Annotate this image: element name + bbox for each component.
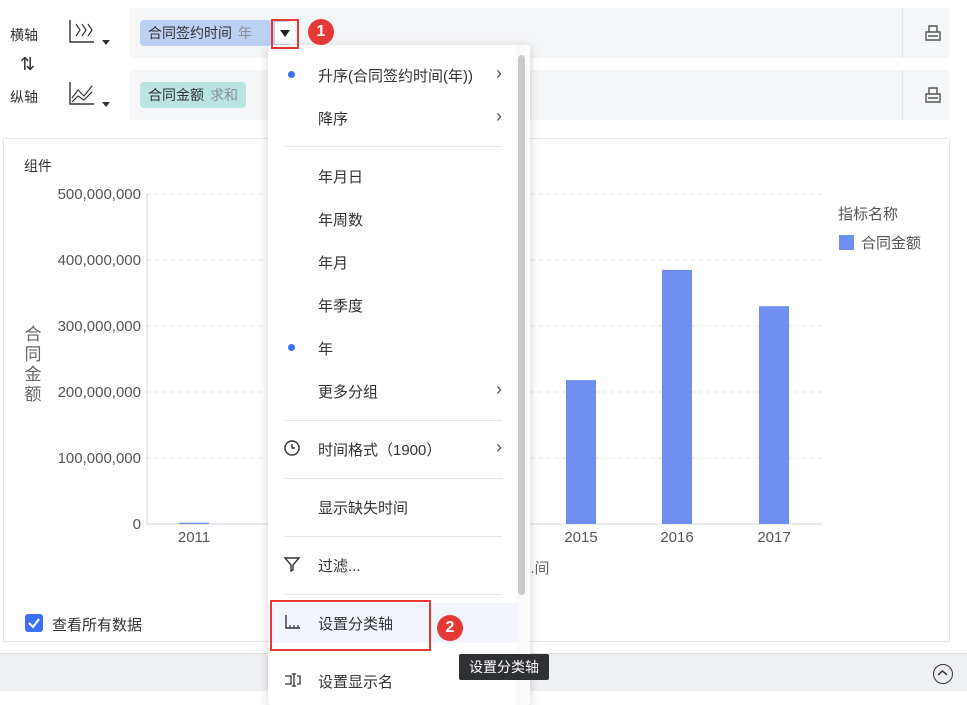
x-tick-label: 2016	[660, 529, 693, 546]
menu-item-label: 过滤...	[318, 558, 361, 575]
menu-item-ymd[interactable]: 年月日	[268, 156, 518, 196]
step-badge-2: 2	[437, 615, 463, 641]
dropdown-highlight-box	[271, 19, 299, 49]
y-tick-label: 400,000,000	[58, 252, 141, 269]
chevron-right-icon: ›	[496, 63, 502, 83]
show-all-data-label: 查看所有数据	[52, 617, 143, 634]
menu-item-label: 年月日	[318, 169, 364, 186]
x-tick-label: 2015	[564, 529, 597, 546]
bar	[179, 522, 209, 524]
menu-item-label: 年月	[318, 255, 349, 272]
menu-item-label: 显示缺失时间	[318, 500, 409, 517]
menu-scrollbar-thumb[interactable]	[518, 55, 525, 595]
y-axis-title-char: 金	[25, 365, 42, 384]
menu-item-year-month[interactable]: 年月	[268, 242, 518, 282]
chevron-up-icon	[937, 669, 948, 676]
y-axis-title-char: 同	[25, 345, 42, 364]
menu-item-ascending[interactable]: 升序(合同签约时间(年)) ›	[268, 55, 518, 95]
check-icon	[28, 618, 40, 629]
tooltip: 设置分类轴	[459, 654, 549, 680]
y-axis-title-char: 额	[25, 385, 42, 404]
menu-item-descending[interactable]: 降序 ›	[268, 98, 518, 138]
menu-divider	[284, 594, 502, 595]
menu-item-filter[interactable]: 过滤...	[268, 545, 518, 585]
menu-item-label: 降序	[318, 111, 349, 128]
rename-icon	[285, 673, 301, 687]
menu-item-time-format[interactable]: 时间格式（1900） ›	[268, 429, 518, 469]
menu-item-label: 时间格式（1900）	[318, 442, 442, 459]
legend-title: 指标名称	[838, 206, 898, 223]
y-tick-label: 500,000,000	[58, 186, 141, 203]
y-axis-title-char: 合	[25, 325, 42, 344]
menu-item-label: 年季度	[318, 298, 364, 315]
menu-item-label: 年周数	[318, 212, 364, 229]
step-badge-1: 1	[308, 19, 334, 45]
menu-item-label: 更多分组	[318, 384, 379, 401]
menu-divider	[284, 420, 502, 421]
y-tick-label: 0	[133, 516, 141, 533]
y-tick-label: 300,000,000	[58, 318, 141, 335]
legend-label: 合同金额	[861, 235, 921, 252]
bar	[759, 306, 789, 524]
y-tick-label: 100,000,000	[58, 450, 141, 467]
menu-item-year[interactable]: 年	[268, 328, 518, 368]
chevron-right-icon: ›	[496, 106, 502, 126]
menu-divider	[284, 478, 502, 479]
chevron-right-icon: ›	[496, 379, 502, 399]
selected-dot-icon	[288, 344, 295, 351]
legend-swatch	[839, 235, 854, 250]
clock-icon	[284, 440, 300, 456]
menu-item-label: 设置显示名	[318, 674, 394, 691]
menu-item-more-groups[interactable]: 更多分组 ›	[268, 371, 518, 411]
chevron-right-icon: ›	[496, 437, 502, 457]
show-all-data-checkbox[interactable]	[25, 614, 43, 632]
menu-item-year-quarter[interactable]: 年季度	[268, 285, 518, 325]
bar	[662, 269, 692, 524]
y-tick-label: 200,000,000	[58, 384, 141, 401]
menu-item-show-missing-time[interactable]: 显示缺失时间	[268, 487, 518, 527]
selected-dot-icon	[288, 71, 295, 78]
filter-icon	[283, 557, 301, 573]
x-tick-label: 2011	[178, 529, 210, 546]
menu-item-label: 升序(合同签约时间(年))	[318, 68, 473, 85]
category-axis-highlight-box	[270, 600, 431, 651]
collapse-icon[interactable]	[933, 664, 953, 684]
menu-item-label: 年	[318, 341, 334, 358]
bar	[566, 380, 596, 524]
menu-divider	[284, 536, 502, 537]
menu-divider	[284, 146, 502, 147]
x-tick-label: 2017	[757, 529, 790, 546]
menu-item-year-week[interactable]: 年周数	[268, 199, 518, 239]
